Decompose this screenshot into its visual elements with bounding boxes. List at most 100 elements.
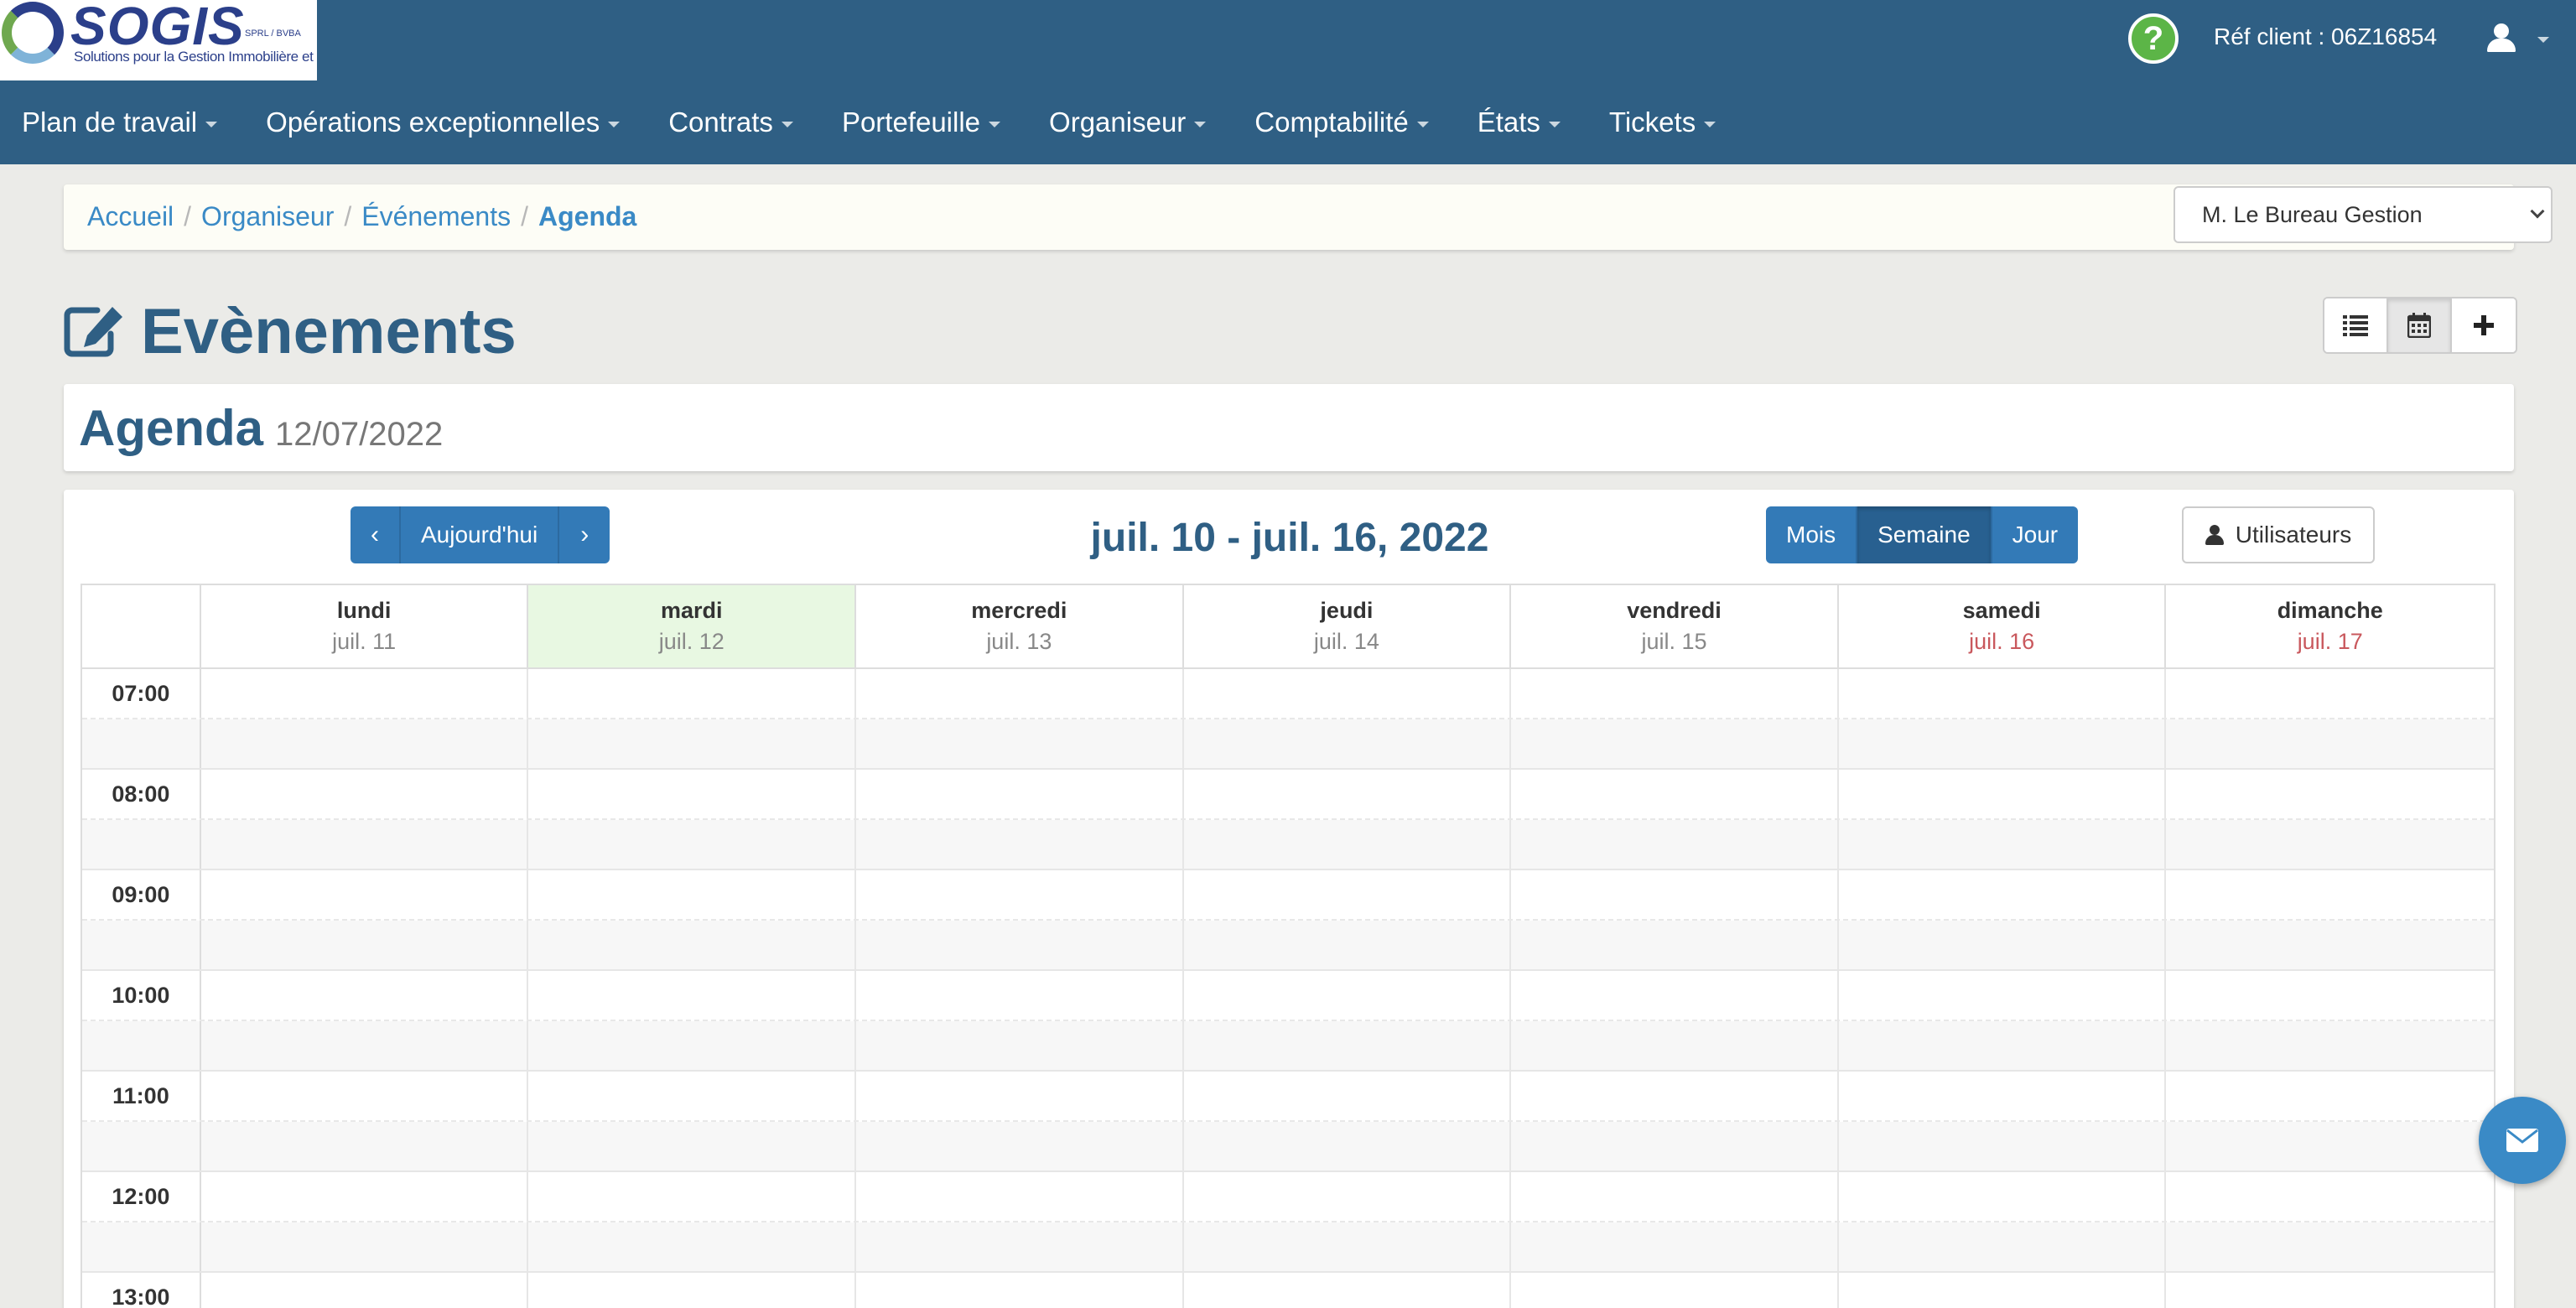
slot-cell[interactable] bbox=[1838, 1222, 2167, 1271]
day-header-lundi[interactable]: lundi juil. 11 bbox=[201, 585, 529, 667]
slot-cell[interactable] bbox=[856, 719, 1184, 768]
slot-cell[interactable] bbox=[2166, 820, 2495, 869]
slot-cell[interactable] bbox=[856, 921, 1184, 969]
slot-cell[interactable] bbox=[1838, 719, 2167, 768]
slot-cell[interactable] bbox=[1511, 971, 1839, 1020]
nav-item-plan-de-travail[interactable]: Plan de travail bbox=[22, 106, 218, 138]
slot-cell[interactable] bbox=[528, 1172, 857, 1221]
slot-cell[interactable] bbox=[2166, 870, 2494, 919]
slot-cell[interactable] bbox=[1183, 1021, 1512, 1070]
slot-cell[interactable] bbox=[856, 669, 1184, 718]
slot-cell[interactable] bbox=[201, 1172, 529, 1221]
slot-cell[interactable] bbox=[528, 719, 857, 768]
slot-cell[interactable] bbox=[200, 719, 529, 768]
slot-cell[interactable] bbox=[1839, 669, 2167, 718]
slot-cell[interactable] bbox=[1183, 1122, 1512, 1170]
slot-cell[interactable] bbox=[1183, 820, 1512, 869]
slot-cell[interactable] bbox=[1511, 870, 1839, 919]
slot-cell[interactable] bbox=[2166, 1122, 2495, 1170]
slot-cell[interactable] bbox=[201, 1273, 529, 1308]
slot-cell[interactable] bbox=[1511, 1021, 1839, 1070]
month-view-button[interactable]: Mois bbox=[1766, 506, 1858, 563]
slot-cell[interactable] bbox=[528, 870, 857, 919]
slot-cell[interactable] bbox=[856, 870, 1184, 919]
slot-cell[interactable] bbox=[528, 971, 857, 1020]
users-button[interactable]: Utilisateurs bbox=[2182, 506, 2375, 563]
day-header-mercredi[interactable]: mercredi juil. 13 bbox=[856, 585, 1184, 667]
calendar-view-button[interactable] bbox=[2388, 298, 2452, 352]
nav-item-portefeuille[interactable]: Portefeuille bbox=[842, 106, 1001, 138]
slot-cell[interactable] bbox=[2166, 1072, 2494, 1120]
slot-cell[interactable] bbox=[528, 820, 857, 869]
slot-cell[interactable] bbox=[856, 1122, 1184, 1170]
slot-cell[interactable] bbox=[2166, 719, 2495, 768]
nav-item-contrats[interactable]: Contrats bbox=[668, 106, 793, 138]
contact-mail-button[interactable] bbox=[2479, 1097, 2566, 1184]
slot-cell[interactable] bbox=[1511, 1273, 1839, 1308]
breadcrumb-evenements[interactable]: Événements bbox=[361, 201, 511, 232]
slot-cell[interactable] bbox=[528, 1222, 857, 1271]
slot-cell[interactable] bbox=[856, 1172, 1184, 1221]
slot-cell[interactable] bbox=[1184, 870, 1512, 919]
slot-cell[interactable] bbox=[1838, 921, 2167, 969]
breadcrumb-accueil[interactable]: Accueil bbox=[87, 201, 174, 232]
slot-cell[interactable] bbox=[1511, 719, 1839, 768]
slot-cell[interactable] bbox=[856, 1222, 1184, 1271]
slot-cell[interactable] bbox=[1839, 770, 2167, 818]
slot-cell[interactable] bbox=[200, 1021, 529, 1070]
slot-cell[interactable] bbox=[1511, 770, 1839, 818]
slot-cell[interactable] bbox=[1511, 1122, 1839, 1170]
slot-cell[interactable] bbox=[2166, 1222, 2495, 1271]
slot-cell[interactable] bbox=[1183, 921, 1512, 969]
day-header-vendredi[interactable]: vendredi juil. 15 bbox=[1511, 585, 1839, 667]
slot-cell[interactable] bbox=[1839, 1172, 2167, 1221]
nav-item-organiseur[interactable]: Organiseur bbox=[1049, 106, 1207, 138]
slot-cell[interactable] bbox=[528, 1021, 857, 1070]
slot-cell[interactable] bbox=[1839, 870, 2167, 919]
day-header-mardi[interactable]: mardi juil. 12 bbox=[528, 585, 857, 667]
slot-cell[interactable] bbox=[200, 1222, 529, 1271]
slot-cell[interactable] bbox=[201, 1072, 529, 1120]
slot-cell[interactable] bbox=[2166, 770, 2494, 818]
nav-item-tickets[interactable]: Tickets bbox=[1609, 106, 1716, 138]
slot-cell[interactable] bbox=[1183, 1222, 1512, 1271]
slot-cell[interactable] bbox=[1511, 921, 1839, 969]
slot-cell[interactable] bbox=[856, 770, 1184, 818]
slot-cell[interactable] bbox=[528, 921, 857, 969]
nav-item-comptabilite[interactable]: Comptabilité bbox=[1254, 106, 1429, 138]
day-header-samedi[interactable]: samedi juil. 16 bbox=[1839, 585, 2167, 667]
slot-cell[interactable] bbox=[1839, 1072, 2167, 1120]
week-view-button[interactable]: Semaine bbox=[1857, 506, 1992, 563]
slot-cell[interactable] bbox=[1184, 669, 1512, 718]
slot-cell[interactable] bbox=[1838, 1021, 2167, 1070]
slot-cell[interactable] bbox=[200, 1122, 529, 1170]
bureau-select[interactable]: M. Le Bureau Gestion bbox=[2174, 186, 2553, 243]
slot-cell[interactable] bbox=[528, 669, 857, 718]
slot-cell[interactable] bbox=[1511, 1172, 1839, 1221]
slot-cell[interactable] bbox=[2166, 669, 2494, 718]
add-event-button[interactable] bbox=[2452, 298, 2516, 352]
logo[interactable]: SOGIS SPRL / BVBA Solutions pour la Gest… bbox=[0, 0, 317, 80]
slot-cell[interactable] bbox=[1184, 1273, 1512, 1308]
slot-cell[interactable] bbox=[856, 820, 1184, 869]
slot-cell[interactable] bbox=[856, 1273, 1184, 1308]
slot-cell[interactable] bbox=[1839, 1273, 2167, 1308]
slot-cell[interactable] bbox=[2166, 1273, 2494, 1308]
slot-cell[interactable] bbox=[1511, 1072, 1839, 1120]
slot-cell[interactable] bbox=[1838, 1122, 2167, 1170]
slot-cell[interactable] bbox=[528, 1122, 857, 1170]
slot-cell[interactable] bbox=[1184, 1172, 1512, 1221]
slot-cell[interactable] bbox=[201, 770, 529, 818]
question-circle-icon[interactable]: ? bbox=[2128, 13, 2179, 64]
slot-cell[interactable] bbox=[2166, 1172, 2494, 1221]
slot-cell[interactable] bbox=[1184, 1072, 1512, 1120]
slot-cell[interactable] bbox=[2166, 971, 2494, 1020]
slot-cell[interactable] bbox=[528, 1273, 857, 1308]
slot-cell[interactable] bbox=[200, 820, 529, 869]
nav-item-etats[interactable]: États bbox=[1478, 106, 1561, 138]
day-view-button[interactable]: Jour bbox=[1992, 506, 2079, 563]
nav-item-operations-exceptionnelles[interactable]: Opérations exceptionnelles bbox=[266, 106, 621, 138]
slot-cell[interactable] bbox=[528, 1072, 857, 1120]
slot-cell[interactable] bbox=[1184, 770, 1512, 818]
day-header-jeudi[interactable]: jeudi juil. 14 bbox=[1184, 585, 1512, 667]
